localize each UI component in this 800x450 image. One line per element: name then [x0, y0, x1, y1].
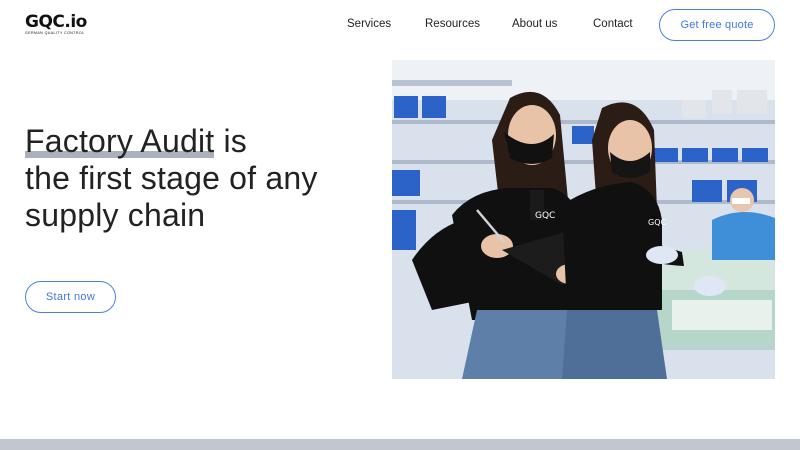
start-now-button[interactable]: Start now [25, 281, 116, 313]
nav-link-contact[interactable]: Contact [593, 17, 633, 31]
shirt-logo: GQC [535, 211, 555, 221]
footer-band [0, 439, 800, 450]
hero-title: Factory Audit is the first stage of any … [25, 123, 355, 234]
brand-name: GQC.io [25, 12, 87, 32]
svg-text:GQC: GQC [648, 218, 666, 227]
hero-title-line-1-rest: is [214, 123, 247, 159]
nav-link-services[interactable]: Services [347, 17, 391, 31]
top-navigation: GQC.io GERMAN QUALITY CONTROL Services R… [0, 0, 800, 50]
hero-title-line-3: supply chain [25, 197, 206, 233]
brand-logo[interactable]: GQC.io GERMAN QUALITY CONTROL [25, 13, 89, 36]
hero-title-line-2: the first stage of any [25, 160, 318, 196]
get-free-quote-button[interactable]: Get free quote [659, 9, 775, 41]
nav-link-resources[interactable]: Resources [425, 17, 480, 31]
inspectors-photo: GQC GQC [392, 60, 775, 379]
hero-title-highlight: Factory Audit [25, 123, 215, 159]
brand-tagline: GERMAN QUALITY CONTROL [25, 31, 85, 35]
nav-link-about-us[interactable]: About us [512, 17, 557, 31]
hero-photo: GQC GQC [392, 60, 775, 379]
